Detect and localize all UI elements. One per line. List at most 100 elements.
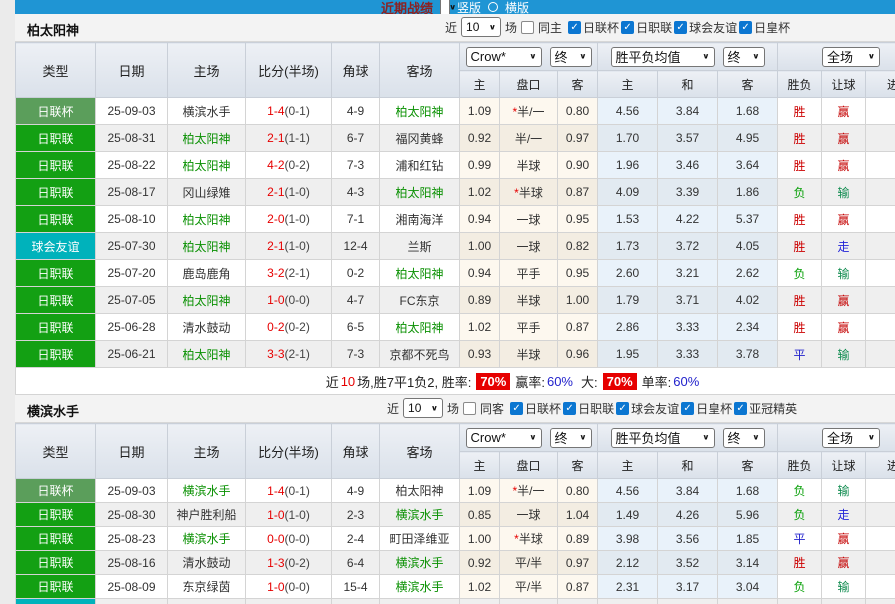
summary-dan-label: 单率: [642, 372, 672, 391]
layout-radio-vertical[interactable] [440, 0, 450, 14]
match-row: 日职联25-08-09东京绿茵1-0(0-0)15-4横滨水手1.02平/半0.… [16, 575, 895, 599]
match-corners: 6-7 [332, 125, 380, 152]
league-checkbox[interactable] [739, 21, 752, 34]
odds-final-select[interactable]: 终 [550, 47, 592, 67]
handicap-result: 赢 [822, 98, 866, 125]
league-label: 日联杯 [525, 400, 561, 417]
league-checkbox[interactable] [563, 402, 576, 415]
match-away-team: 町田泽维亚 [380, 527, 460, 551]
match-row: 日联杯25-09-03横滨水手1-4(0-1)4-9柏太阳神1.09*半/一0.… [16, 479, 895, 503]
match-home-team: 清水鼓动 [168, 551, 246, 575]
league-checkbox[interactable] [568, 21, 581, 34]
empty-cell [460, 599, 500, 604]
goal-cell [866, 527, 895, 551]
odds-handicap: *半/一 [500, 98, 558, 125]
match-score: 2-1(1-0) [246, 179, 332, 206]
col-cover: 让球 [822, 452, 866, 479]
col-score: 比分(半场) [246, 43, 332, 98]
odds-source-select[interactable]: Crow* [466, 428, 542, 448]
league-filter[interactable]: 日联杯 [568, 19, 619, 36]
match-score: 4-2(0-2) [246, 152, 332, 179]
odds-home: 0.94 [460, 206, 500, 233]
match-result: 负 [778, 479, 822, 503]
scope-select[interactable]: 全场 [822, 47, 880, 67]
league-checkbox[interactable] [621, 21, 634, 34]
handicap-result: 赢 [822, 314, 866, 341]
mean-draw: 3.46 [658, 152, 718, 179]
match-date: 25-07-05 [96, 287, 168, 314]
match-date: 25-06-28 [96, 314, 168, 341]
mean-odds-select[interactable]: 胜平负均值 [611, 47, 715, 67]
league-checkbox[interactable] [681, 402, 694, 415]
odds-home: 1.02 [460, 575, 500, 599]
league-label: 日职联 [578, 400, 614, 417]
mean-final-select[interactable]: 终 [723, 47, 765, 67]
handicap-result: 输 [822, 260, 866, 287]
league-filter[interactable]: 日皇杯 [681, 400, 732, 417]
goal-cell [866, 551, 895, 575]
handicap-result: 输 [822, 575, 866, 599]
empty-cell [380, 599, 460, 604]
odds-away: 0.95 [558, 260, 598, 287]
match-result: 胜 [778, 287, 822, 314]
league-filter[interactable]: 亚冠精英 [734, 400, 797, 417]
match-type-badge: 日职联 [16, 314, 96, 341]
mean-home: 1.96 [598, 152, 658, 179]
mean-final-select[interactable]: 终 [723, 428, 765, 448]
mean-away: 4.95 [718, 125, 778, 152]
odds-source-select[interactable]: Crow* [466, 47, 542, 67]
odds-final-select[interactable]: 终 [550, 428, 592, 448]
handicap-result: 赢 [822, 527, 866, 551]
match-count-select[interactable]: 10 [403, 398, 443, 418]
odds-home: 0.99 [460, 152, 500, 179]
section-header-home-team: 柏太阳神 近 10 场 同主 日联杯日职联球会友谊日皇杯 [15, 14, 895, 42]
odds-handicap: 半球 [500, 152, 558, 179]
match-result: 平 [778, 341, 822, 368]
scope-select[interactable]: 全场 [822, 428, 880, 448]
league-checkbox[interactable] [674, 21, 687, 34]
mean-home: 1.73 [598, 233, 658, 260]
mean-home: 1.79 [598, 287, 658, 314]
match-score: 0-2(0-2) [246, 314, 332, 341]
league-checkbox[interactable] [616, 402, 629, 415]
mean-away: 5.37 [718, 206, 778, 233]
league-checkbox[interactable] [734, 402, 747, 415]
filters-away-team: 近 10 场 同客 日联杯日职联球会友谊日皇杯亚冠精英 [387, 398, 797, 418]
recent-results-panel: 近期战绩 竖版 横版 柏太阳神 近 10 场 同主 日联杯日职联球会友谊日皇杯 [0, 0, 895, 604]
same-venue-checkbox[interactable] [463, 402, 476, 415]
handicap-result: 赢 [822, 125, 866, 152]
games-label: 场 [447, 400, 459, 417]
match-type-badge [16, 599, 96, 604]
league-filter[interactable]: 日职联 [563, 400, 614, 417]
goal-cell [866, 503, 895, 527]
match-away-team: 京都不死鸟 [380, 341, 460, 368]
match-count-select[interactable]: 10 [461, 17, 501, 37]
layout-radio-vertical-label[interactable]: 竖版 [457, 0, 481, 14]
mean-home: 1.70 [598, 125, 658, 152]
match-row: 日职联25-08-31柏太阳神2-1(1-1)6-7福冈黄蜂0.92半/一0.9… [16, 125, 895, 152]
layout-radio-horizontal[interactable] [488, 2, 498, 12]
match-corners: 4-3 [332, 179, 380, 206]
layout-radio-horizontal-label[interactable]: 横版 [505, 0, 529, 14]
col-date: 日期 [96, 43, 168, 98]
league-filter[interactable]: 日皇杯 [739, 19, 790, 36]
league-filter[interactable]: 球会友谊 [674, 19, 737, 36]
league-filter[interactable]: 球会友谊 [616, 400, 679, 417]
summary-da-label: 大: [581, 372, 598, 391]
mean-odds-select[interactable]: 胜平负均值 [611, 428, 715, 448]
same-venue-checkbox[interactable] [521, 21, 534, 34]
odds-home: 1.00 [460, 233, 500, 260]
match-row: 日职联25-08-17冈山绿雉2-1(1-0)4-3柏太阳神1.02*半球0.8… [16, 179, 895, 206]
near-label: 近 [445, 19, 457, 36]
odds-handicap: 半球 [500, 341, 558, 368]
match-type-badge: 日职联 [16, 527, 96, 551]
mean-home: 1.53 [598, 206, 658, 233]
odds-away: 0.95 [558, 206, 598, 233]
handicap-result: 赢 [822, 287, 866, 314]
match-type-badge: 球会友谊 [16, 233, 96, 260]
league-filter[interactable]: 日职联 [621, 19, 672, 36]
league-filter[interactable]: 日联杯 [510, 400, 561, 417]
match-result: 胜 [778, 206, 822, 233]
match-row: 日职联25-08-10柏太阳神2-0(1-0)7-1湘南海洋0.94一球0.95… [16, 206, 895, 233]
league-checkbox[interactable] [510, 402, 523, 415]
